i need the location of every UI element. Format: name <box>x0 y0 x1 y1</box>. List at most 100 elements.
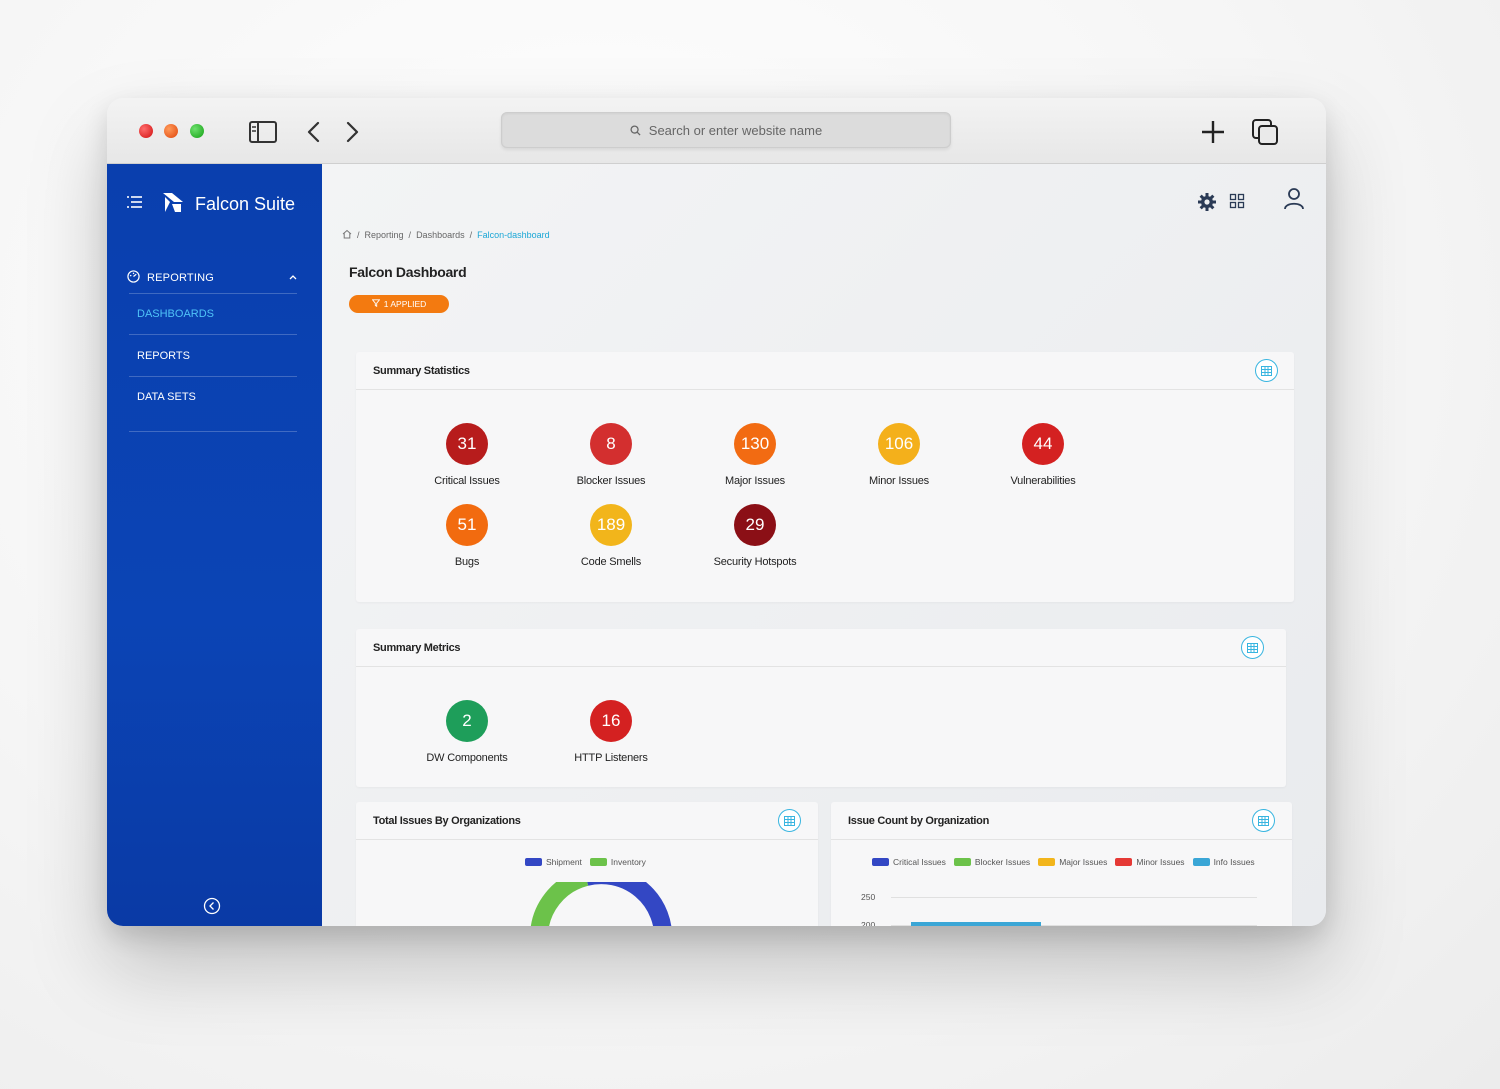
reporting-section[interactable]: REPORTING <box>127 263 297 293</box>
table-view-icon[interactable] <box>1241 636 1264 659</box>
legend-item[interactable]: Minor Issues <box>1115 857 1185 867</box>
divider <box>129 334 297 335</box>
stat-blocker-issues[interactable]: 8 Blocker Issues <box>551 423 671 487</box>
brand-name: Falcon Suite <box>195 194 296 214</box>
breadcrumb-reporting[interactable]: Reporting <box>365 230 404 240</box>
legend-item[interactable]: Blocker Issues <box>953 857 1031 867</box>
collapse-sidebar-icon[interactable] <box>203 897 221 915</box>
legend-swatch <box>953 858 971 866</box>
legend-item[interactable]: Shipment <box>525 857 582 867</box>
legend-swatch <box>1192 858 1210 866</box>
reporting-section-label: REPORTING <box>147 272 214 284</box>
browser-titlebar: Search or enter website name <box>107 98 1326 164</box>
sidebar-toggle-icon[interactable] <box>247 116 279 148</box>
legend-swatch <box>525 858 542 866</box>
user-profile-icon[interactable] <box>1283 187 1305 211</box>
main-content: / Reporting / Dashboards / Falcon-dashbo… <box>322 164 1326 926</box>
brand: Falcon Suite <box>127 190 295 219</box>
card-title: Issue Count by Organization <box>848 815 990 827</box>
back-icon[interactable] <box>298 116 330 148</box>
close-window-button[interactable] <box>139 124 153 138</box>
maximize-window-button[interactable] <box>190 124 204 138</box>
card-header: Summary Statistics <box>356 352 1294 390</box>
stat-label: Minor Issues <box>869 475 929 487</box>
legend-label: Shipment <box>546 857 582 867</box>
legend-label: Blocker Issues <box>974 857 1031 867</box>
breadcrumb-separator: / <box>469 230 473 240</box>
legend-item[interactable]: Critical Issues <box>872 857 946 867</box>
legend-swatch <box>1038 858 1056 866</box>
sidebar-item-dashboards[interactable]: DASHBOARDS <box>137 308 214 320</box>
settings-gear-icon[interactable] <box>1197 192 1217 212</box>
stat-bugs[interactable]: 51 Bugs <box>407 504 527 568</box>
breadcrumb-dashboards[interactable]: Dashboards <box>416 230 465 240</box>
chevron-up-icon[interactable] <box>289 271 297 283</box>
new-tab-icon[interactable] <box>1197 116 1229 148</box>
dashboard-gauge-icon <box>127 270 140 286</box>
stat-minor-issues[interactable]: 106 Minor Issues <box>839 423 959 487</box>
card-header: Total Issues By Organizations <box>356 802 818 840</box>
legend-item[interactable]: Info Issues <box>1192 857 1255 867</box>
issue-count-card: Issue Count by Organization Critical Iss… <box>831 802 1292 926</box>
legend-item[interactable]: Inventory <box>589 857 646 867</box>
stat-value: 31 <box>446 423 488 465</box>
stat-value: 29 <box>734 504 776 546</box>
card-title: Summary Statistics <box>373 365 470 377</box>
tabs-overview-icon[interactable] <box>1249 116 1281 148</box>
stat-critical-issues[interactable]: 31 Critical Issues <box>407 423 527 487</box>
stat-http-listeners[interactable]: 16 HTTP Listeners <box>551 700 671 764</box>
address-bar[interactable]: Search or enter website name <box>501 112 951 148</box>
table-view-icon[interactable] <box>778 809 801 832</box>
stat-value: 189 <box>590 504 632 546</box>
minimize-window-button[interactable] <box>164 124 178 138</box>
donut-segment-inventory[interactable] <box>530 882 589 926</box>
legend-label: Major Issues <box>1059 857 1108 867</box>
stat-dw-components[interactable]: 2 DW Components <box>407 700 527 764</box>
stat-label: HTTP Listeners <box>574 752 648 764</box>
y-tick-label: 250 <box>861 892 876 902</box>
legend-swatch <box>589 858 607 866</box>
page-title: Falcon Dashboard <box>349 264 467 280</box>
sidebar-item-data-sets[interactable]: DATA SETS <box>137 391 196 403</box>
stat-label: Code Smells <box>580 556 642 568</box>
bar-info-issues[interactable] <box>911 922 1041 926</box>
stat-label: Blocker Issues <box>576 475 646 487</box>
summary-statistics-card: Summary Statistics 31 Critical Issues 8 … <box>356 352 1294 602</box>
stat-major-issues[interactable]: 130 Major Issues <box>695 423 815 487</box>
gridline <box>891 897 1257 898</box>
stat-label: Security Hotspots <box>713 556 797 568</box>
app-sidebar: Falcon Suite REPORTING DASHBOARDS REPORT… <box>107 164 322 926</box>
filter-applied-chip[interactable]: 1 APPLIED <box>349 295 449 313</box>
stat-value: 2 <box>446 700 488 742</box>
forward-icon[interactable] <box>336 116 368 148</box>
apps-grid-icon[interactable] <box>1229 193 1245 209</box>
sidebar-item-reports[interactable]: REPORTS <box>137 350 190 362</box>
breadcrumb-separator: / <box>408 230 412 240</box>
filter-chip-label: 1 APPLIED <box>383 299 427 309</box>
y-tick-label: 200 <box>861 920 876 926</box>
browser-window: Search or enter website name Falcon Suit… <box>107 98 1326 926</box>
stat-value: 16 <box>590 700 632 742</box>
stat-label: Critical Issues <box>434 475 500 487</box>
donut-segment-shipment[interactable] <box>586 882 672 926</box>
card-title: Total Issues By Organizations <box>373 815 521 827</box>
card-header: Issue Count by Organization <box>831 802 1292 840</box>
stat-code-smells[interactable]: 189 Code Smells <box>551 504 671 568</box>
stat-label: DW Components <box>426 752 508 764</box>
table-view-icon[interactable] <box>1252 809 1275 832</box>
legend-label: Minor Issues <box>1136 857 1185 867</box>
divider <box>129 376 297 377</box>
falcon-logo-icon <box>161 190 185 219</box>
stat-value: 44 <box>1022 423 1064 465</box>
filter-icon <box>371 299 381 309</box>
menu-icon[interactable] <box>127 195 143 214</box>
home-icon[interactable] <box>342 229 352 241</box>
stat-vulnerabilities[interactable]: 44 Vulnerabilities <box>983 423 1103 487</box>
divider <box>129 293 297 294</box>
stat-security-hotspots[interactable]: 29 Security Hotspots <box>695 504 815 568</box>
breadcrumb-current: Falcon-dashboard <box>477 230 550 240</box>
legend-item[interactable]: Major Issues <box>1038 857 1107 867</box>
table-view-icon[interactable] <box>1255 359 1278 382</box>
legend-label: Critical Issues <box>893 857 946 867</box>
summary-metrics-card: Summary Metrics 2 DW Components 16 HTTP … <box>356 629 1286 787</box>
